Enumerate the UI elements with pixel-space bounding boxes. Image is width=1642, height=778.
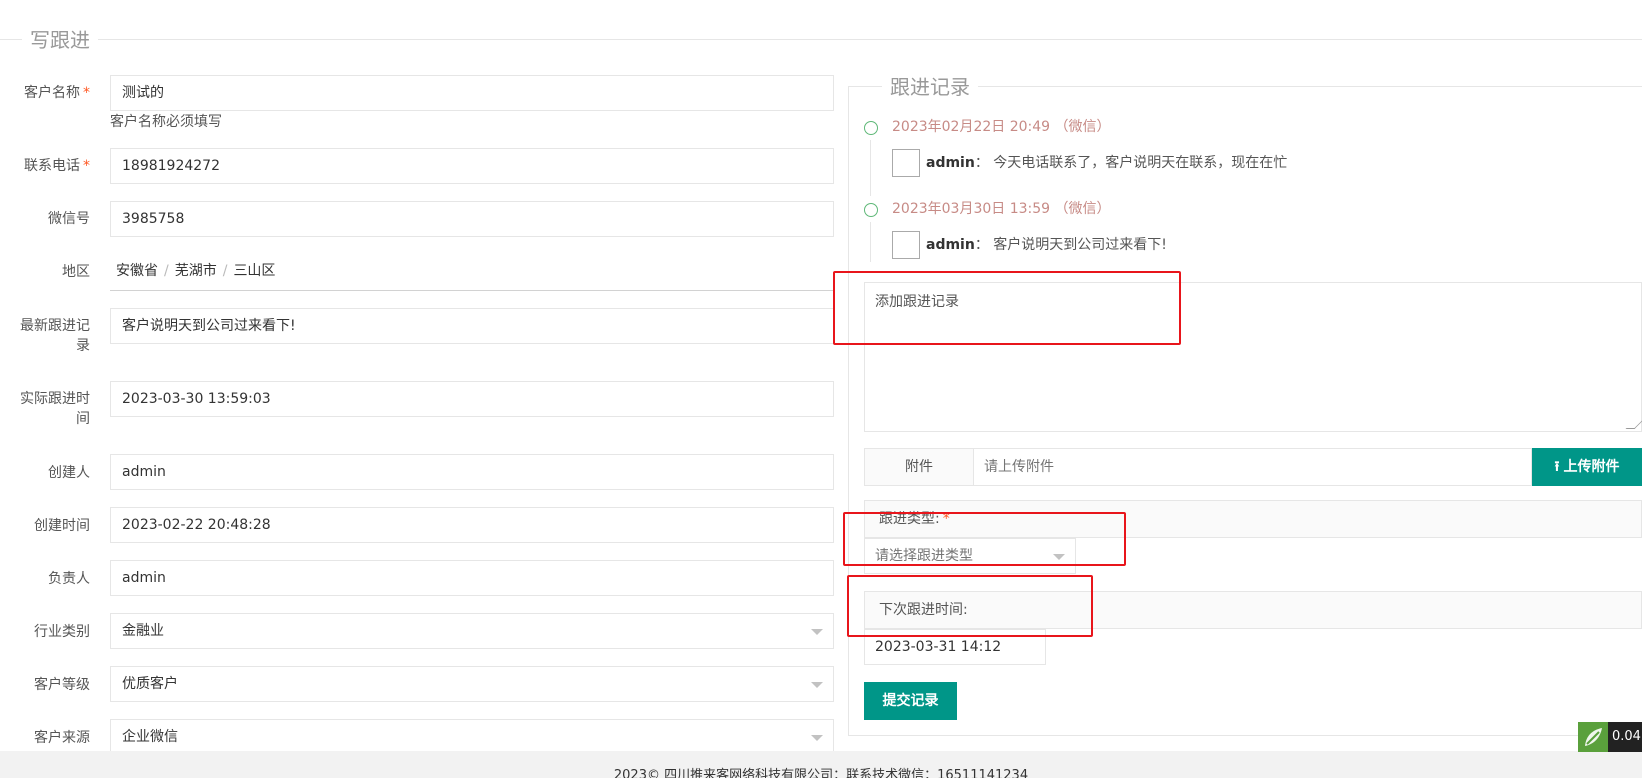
actual-time-input[interactable]: 2023-03-30 13:59:03	[110, 381, 834, 417]
record-time: 2023年02月22日 20:49 （微信）	[892, 119, 1111, 135]
footer: 2023© 四川推来客网络科技有限公司：联系技术微信：16511141234	[0, 751, 1642, 778]
industry-value: 金融业	[122, 623, 164, 639]
resize-grip-icon[interactable]	[1625, 420, 1642, 429]
timeline-dot-icon	[864, 121, 878, 135]
upload-button-label: 上传附件	[1563, 459, 1620, 475]
latest-followup-input[interactable]: 客户说明天到公司过来看下!	[110, 308, 834, 344]
owner-input[interactable]: admin	[110, 560, 834, 596]
source-value: 企业微信	[122, 729, 178, 745]
section-divider	[0, 39, 1642, 40]
attachment-input[interactable]: 请上传附件	[974, 448, 1532, 486]
phone-input[interactable]: 18981924272	[110, 148, 834, 184]
created-time-input[interactable]: 2023-02-22 20:48:28	[110, 507, 834, 543]
customer-name-label: 客户名称 *	[24, 85, 90, 101]
wechat-label: 微信号	[48, 211, 90, 227]
region-separator: /	[222, 263, 228, 279]
source-select[interactable]: 企业微信	[110, 719, 834, 755]
performance-badge[interactable]: 0.043	[1578, 722, 1642, 752]
region-separator: /	[164, 263, 169, 279]
upload-icon: ⭱	[1554, 459, 1560, 475]
record-entry: admin： 客户说明天到公司过来看下!	[926, 237, 1167, 253]
next-followup-time-input[interactable]: 2023-03-31 14:12	[864, 629, 1046, 665]
records-title: 跟进记录	[882, 74, 978, 100]
leaf-logo-icon	[1578, 722, 1608, 752]
record-content: 客户说明天到公司过来看下!	[993, 237, 1167, 253]
region-district: 三山区	[233, 263, 276, 279]
record-entry: admin： 今天电话联系了，客户说明天在联系，现在在忙	[926, 155, 1288, 171]
owner-label: 负责人	[48, 571, 90, 587]
region-label: 地区	[62, 264, 90, 280]
textarea-placeholder: 添加跟进记录	[875, 294, 959, 310]
created-time-label: 创建时间	[34, 518, 90, 534]
chevron-down-icon	[811, 682, 823, 688]
timeline-dot-icon	[864, 203, 878, 217]
avatar	[892, 149, 920, 177]
record-user: admin	[926, 155, 975, 171]
level-select[interactable]: 优质客户	[110, 666, 834, 702]
customer-name-input[interactable]: 测试的	[110, 75, 834, 111]
phone-label: 联系电话 *	[24, 158, 90, 174]
creator-label: 创建人	[48, 465, 90, 481]
industry-select[interactable]: 金融业	[110, 613, 834, 649]
region-city: 芜湖市	[174, 263, 217, 279]
followup-textarea[interactable]: 添加跟进记录	[864, 282, 1642, 432]
attachment-label: 附件	[864, 448, 974, 486]
industry-label: 行业类别	[34, 624, 90, 640]
chevron-down-icon	[811, 629, 823, 635]
timeline-line	[870, 222, 871, 262]
chevron-down-icon	[1053, 554, 1065, 560]
customer-name-hint: 客户名称必须填写	[110, 114, 222, 130]
latest-followup-label: 最新跟进记录	[20, 318, 90, 354]
creator-input[interactable]: admin	[110, 454, 834, 490]
source-label: 客户来源	[34, 730, 90, 746]
upload-attachment-button[interactable]: ⭱ 上传附件	[1532, 448, 1642, 486]
timeline-line	[870, 140, 871, 196]
record-user: admin	[926, 237, 975, 253]
level-label: 客户等级	[34, 677, 90, 693]
next-followup-time-label: 下次跟进时间:	[864, 591, 1642, 629]
wechat-input[interactable]: 3985758	[110, 201, 834, 237]
record-content: 今天电话联系了，客户说明天在联系，现在在忙	[993, 155, 1288, 171]
chevron-down-icon	[811, 735, 823, 741]
actual-time-label: 实际跟进时间	[20, 391, 90, 427]
region-cascader[interactable]: 安徽省 / 芜湖市 / 三山区	[110, 255, 834, 291]
level-value: 优质客户	[122, 676, 178, 692]
region-province: 安徽省	[116, 263, 158, 279]
record-time: 2023年03月30日 13:59 （微信）	[892, 201, 1111, 217]
performance-value: 0.043	[1608, 722, 1642, 752]
followup-type-select[interactable]: 请选择跟进类型	[864, 538, 1076, 574]
avatar	[892, 231, 920, 259]
section-title: 写跟进	[22, 26, 98, 54]
followup-type-placeholder: 请选择跟进类型	[875, 548, 973, 564]
submit-record-button[interactable]: 提交记录	[864, 682, 957, 720]
followup-type-label: 跟进类型: *	[864, 500, 1642, 538]
